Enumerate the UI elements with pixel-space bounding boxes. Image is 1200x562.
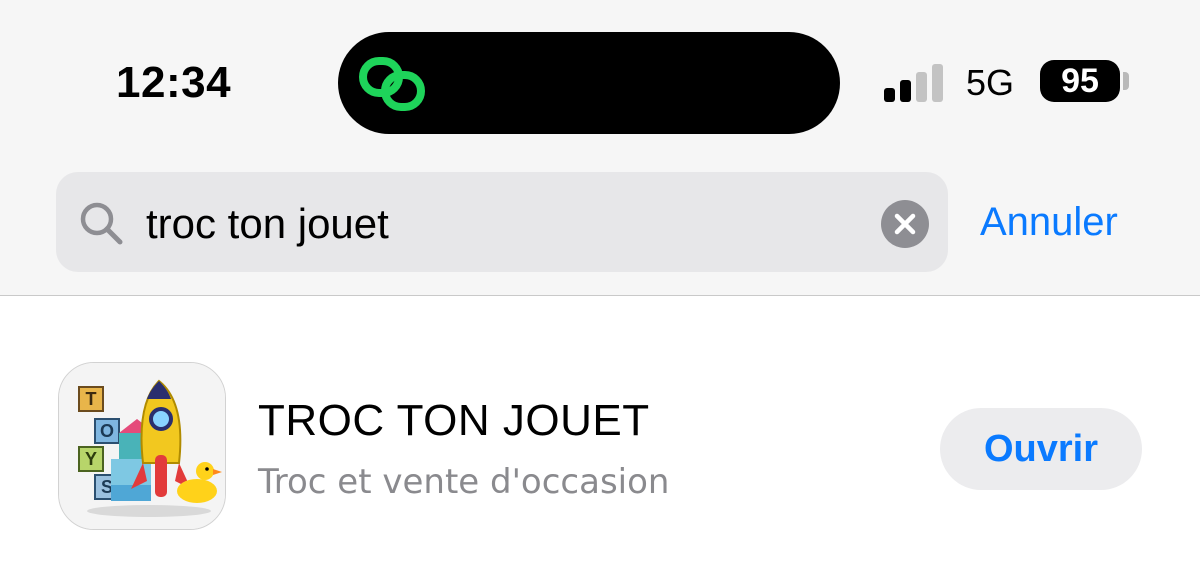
battery-level: 95 — [1061, 62, 1099, 100]
header-divider — [0, 295, 1200, 296]
app-icon-artwork: T O Y S — [59, 363, 225, 529]
clear-search-button[interactable] — [881, 200, 929, 248]
battery-cap-icon — [1123, 72, 1129, 90]
open-button[interactable]: Ouvrir — [940, 408, 1142, 490]
dynamic-island[interactable] — [338, 32, 840, 134]
app-title[interactable]: TROC TON JOUET — [258, 396, 650, 446]
app-subtitle: Troc et vente d'occasion — [258, 462, 670, 502]
toys-letter-y: Y — [85, 449, 97, 469]
magnifying-glass-icon — [80, 202, 123, 245]
status-time: 12:34 — [116, 58, 232, 107]
network-type: 5G — [966, 62, 1015, 103]
cancel-button[interactable]: Annuler — [980, 194, 1118, 250]
toys-letter-o: O — [100, 421, 114, 441]
link-icon — [359, 57, 425, 111]
xmark-circle-icon — [894, 213, 916, 235]
search-input[interactable]: troc ton jouet — [56, 172, 948, 272]
battery-indicator: 95 — [1040, 60, 1120, 102]
cellular-signal-icon — [884, 62, 946, 102]
toys-letter-t: T — [86, 389, 97, 409]
toy-rocket-app-icon[interactable]: T O Y S — [58, 362, 226, 530]
search-query[interactable]: troc ton jouet — [146, 172, 389, 272]
